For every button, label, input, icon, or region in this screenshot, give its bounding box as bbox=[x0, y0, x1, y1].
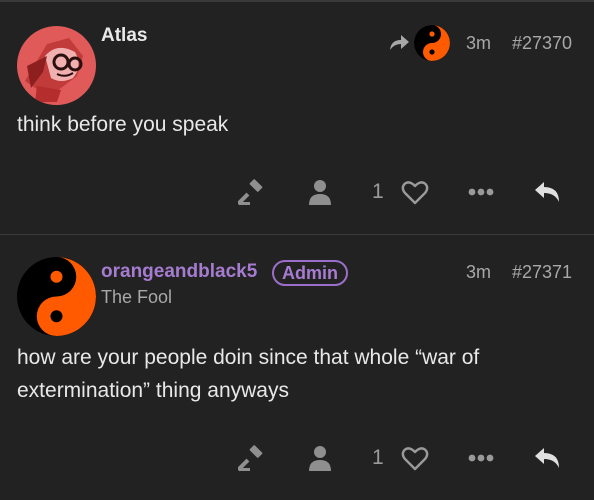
post-body: think before you speak bbox=[17, 113, 229, 136]
ellipsis-icon[interactable] bbox=[466, 438, 496, 478]
user-icon[interactable] bbox=[305, 438, 335, 478]
post-time[interactable]: 3m bbox=[466, 33, 491, 54]
like-count[interactable]: 1 bbox=[372, 180, 384, 204]
orangeandblack5-avatar[interactable] bbox=[17, 257, 96, 336]
post-number[interactable]: #27370 bbox=[512, 33, 572, 54]
reply-icon[interactable] bbox=[531, 172, 563, 212]
post-actions: 1 bbox=[0, 172, 594, 212]
admin-badge: Admin bbox=[272, 260, 348, 286]
user-icon[interactable] bbox=[305, 172, 335, 212]
gavel-icon[interactable] bbox=[236, 172, 268, 212]
post-27370: Atlas 3m #27370 think before you speak 1 bbox=[0, 0, 594, 234]
like-count[interactable]: 1 bbox=[372, 446, 384, 470]
post-time[interactable]: 3m bbox=[466, 262, 491, 283]
post-27371: orangeandblack5 Admin The Fool 3m #27371… bbox=[0, 234, 594, 500]
gavel-icon[interactable] bbox=[236, 438, 268, 478]
reply-icon[interactable] bbox=[531, 438, 563, 478]
share-arrow-icon[interactable] bbox=[388, 32, 410, 52]
post-author[interactable]: orangeandblack5 bbox=[101, 261, 257, 283]
post-author[interactable]: Atlas bbox=[101, 25, 147, 47]
post-body: how are your people doin since that whol… bbox=[17, 346, 480, 402]
reply-to-avatar[interactable] bbox=[414, 25, 450, 61]
ellipsis-icon[interactable] bbox=[466, 172, 496, 212]
atlas-avatar[interactable] bbox=[17, 26, 96, 105]
heart-icon[interactable] bbox=[399, 172, 431, 212]
post-number[interactable]: #27371 bbox=[512, 262, 572, 283]
heart-icon[interactable] bbox=[399, 438, 431, 478]
user-title: The Fool bbox=[101, 287, 173, 307]
post-actions: 1 bbox=[0, 438, 594, 478]
